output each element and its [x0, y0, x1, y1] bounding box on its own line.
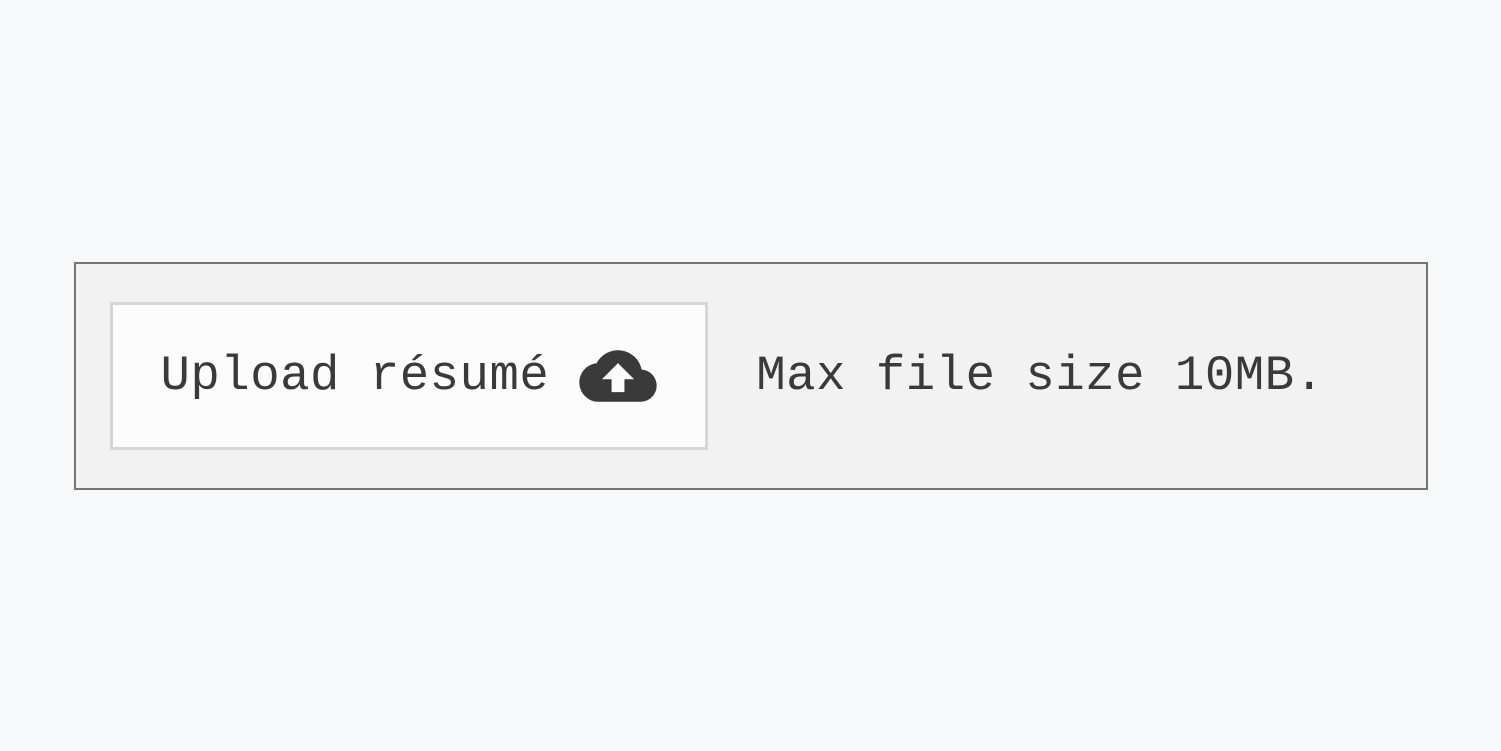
- cloud-upload-icon: [579, 347, 657, 405]
- upload-resume-button[interactable]: Upload résumé: [110, 302, 709, 450]
- upload-container: Upload résumé Max file size 10MB.: [74, 262, 1428, 490]
- file-size-hint: Max file size 10MB.: [756, 348, 1324, 404]
- upload-button-label: Upload résumé: [161, 348, 550, 404]
